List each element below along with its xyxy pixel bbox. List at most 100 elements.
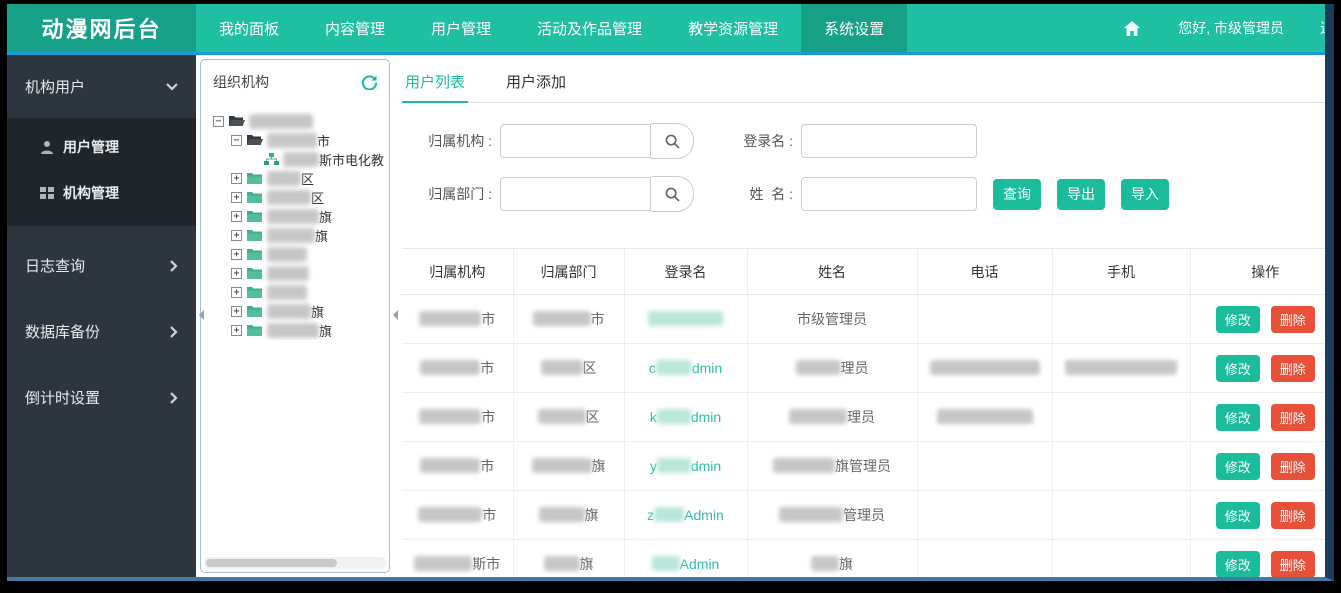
tree-node[interactable]: −市 bbox=[213, 131, 389, 150]
edit-button[interactable]: 修改 bbox=[1216, 551, 1260, 578]
sidebar-submenu: 用户管理 机构管理 bbox=[7, 118, 196, 226]
import-button[interactable]: 导入 bbox=[1121, 179, 1169, 210]
tree-node[interactable]: + bbox=[213, 283, 389, 302]
folder-icon bbox=[246, 229, 263, 242]
app-window: 动漫网后台 我的面板内容管理用户管理活动及作品管理教学资源管理系统设置 您好, … bbox=[7, 4, 1334, 581]
tree-node[interactable]: +区 bbox=[213, 188, 389, 207]
tree-expand-toggle[interactable]: + bbox=[231, 230, 242, 241]
logout-link[interactable]: 退 bbox=[1320, 18, 1334, 38]
tab-user-add[interactable]: 用户添加 bbox=[503, 62, 569, 102]
table-cell: 区 bbox=[513, 393, 624, 442]
login-filter-input[interactable] bbox=[801, 124, 977, 158]
panel-collapse-arrow-left[interactable] bbox=[194, 310, 204, 320]
redacted-text bbox=[937, 409, 1033, 424]
table-cell: zAdmin bbox=[624, 491, 747, 540]
table-cell: 旗 bbox=[513, 491, 624, 540]
edit-button[interactable]: 修改 bbox=[1216, 404, 1260, 431]
tree-expand-toggle[interactable]: + bbox=[231, 192, 242, 203]
org-filter-label: 归属机构 : bbox=[412, 131, 492, 151]
folder-icon bbox=[246, 267, 263, 280]
nav-item[interactable]: 我的面板 bbox=[196, 4, 302, 52]
nav-item[interactable]: 教学资源管理 bbox=[665, 4, 801, 52]
sidebar-item-user-management[interactable]: 用户管理 bbox=[7, 124, 196, 170]
table-cell bbox=[1052, 393, 1190, 442]
tree-expand-toggle[interactable]: + bbox=[231, 211, 242, 222]
delete-button[interactable]: 删除 bbox=[1271, 404, 1315, 431]
cell-text: 旗 bbox=[839, 556, 853, 572]
org-filter-input[interactable] bbox=[500, 124, 651, 158]
nav-item[interactable]: 系统设置 bbox=[801, 4, 907, 52]
table-row: 市市市级管理员修改删除 bbox=[402, 295, 1325, 344]
nav-item[interactable]: 内容管理 bbox=[302, 4, 408, 52]
sidebar-item[interactable]: 倒计时设置 bbox=[7, 371, 196, 424]
tree-expand-toggle[interactable]: + bbox=[231, 249, 242, 260]
tree-node[interactable]: +旗 bbox=[213, 207, 389, 226]
org-search-button[interactable] bbox=[651, 123, 694, 159]
dept-filter-label: 归属部门 : bbox=[412, 184, 492, 204]
nav-item[interactable]: 活动及作品管理 bbox=[514, 4, 665, 52]
tree-node[interactable]: − bbox=[213, 112, 389, 131]
delete-button[interactable]: 删除 bbox=[1271, 306, 1315, 333]
query-button[interactable]: 查询 bbox=[993, 179, 1041, 210]
tree-collapse-toggle[interactable]: − bbox=[213, 116, 224, 127]
folder-icon bbox=[246, 172, 263, 185]
redacted-text bbox=[267, 228, 315, 243]
cell-text: 市 bbox=[480, 360, 494, 376]
sidebar-item[interactable]: 日志查询 bbox=[7, 239, 196, 292]
delete-button[interactable]: 删除 bbox=[1271, 502, 1315, 529]
name-filter-input[interactable] bbox=[801, 177, 977, 211]
sidebar-item[interactable]: 数据库备份 bbox=[7, 305, 196, 358]
tree-collapse-toggle[interactable]: − bbox=[231, 135, 242, 146]
edit-button[interactable]: 修改 bbox=[1216, 502, 1260, 529]
dept-search-button[interactable] bbox=[651, 176, 694, 212]
nav-item[interactable]: 用户管理 bbox=[408, 4, 514, 52]
table-cell bbox=[917, 393, 1052, 442]
sidebar-group-org-users[interactable]: 机构用户 bbox=[7, 55, 196, 118]
tree-expand-toggle[interactable]: + bbox=[231, 268, 242, 279]
tree-expand-toggle[interactable]: + bbox=[231, 173, 242, 184]
edit-button[interactable]: 修改 bbox=[1216, 453, 1260, 480]
tree-node[interactable]: +旗 bbox=[213, 321, 389, 340]
redacted-text bbox=[420, 458, 480, 473]
redacted-text bbox=[796, 360, 841, 375]
table-cell: Admin bbox=[624, 540, 747, 578]
org-tree-panel-wrap: 组织机构 −−市斯市电化教+区+区+旗+旗++++旗+旗 bbox=[196, 55, 394, 577]
delete-button[interactable]: 删除 bbox=[1271, 355, 1315, 382]
tree-hscrollbar[interactable] bbox=[204, 557, 386, 569]
tree-expand-toggle[interactable]: + bbox=[231, 325, 242, 336]
tab-user-list[interactable]: 用户列表 bbox=[402, 62, 468, 103]
tree-hscrollbar-thumb[interactable] bbox=[206, 559, 337, 567]
redacted-text bbox=[1065, 360, 1177, 375]
column-header: 归属部门 bbox=[513, 249, 624, 295]
grid-icon bbox=[40, 186, 54, 200]
delete-button[interactable]: 删除 bbox=[1271, 453, 1315, 480]
tree-expand-toggle[interactable]: + bbox=[231, 306, 242, 317]
tree-node[interactable]: 斯市电化教 bbox=[213, 150, 389, 169]
cell-text: 区 bbox=[583, 360, 597, 376]
export-button[interactable]: 导出 bbox=[1057, 179, 1105, 210]
tree-node[interactable]: +旗 bbox=[213, 226, 389, 245]
refresh-icon[interactable] bbox=[362, 75, 377, 90]
redacted-text bbox=[414, 556, 472, 571]
folder-open-icon bbox=[228, 115, 245, 128]
column-header: 手机 bbox=[1052, 249, 1190, 295]
delete-button[interactable]: 删除 bbox=[1271, 551, 1315, 578]
tree-node[interactable]: +区 bbox=[213, 169, 389, 188]
sidebar-item-org-management[interactable]: 机构管理 bbox=[7, 170, 196, 216]
table-cell: 区 bbox=[513, 344, 624, 393]
tree-expand-toggle[interactable]: + bbox=[231, 287, 242, 298]
tree-node[interactable]: + bbox=[213, 264, 389, 283]
edit-button[interactable]: 修改 bbox=[1216, 306, 1260, 333]
tree-node[interactable]: + bbox=[213, 245, 389, 264]
table-row: 斯市旗Admin旗修改删除 bbox=[402, 540, 1325, 578]
cell-text: c bbox=[649, 360, 656, 376]
login-filter-label: 登录名 : bbox=[731, 131, 793, 151]
cell-text: dmin bbox=[691, 458, 721, 474]
dept-filter-input[interactable] bbox=[500, 177, 651, 211]
table-cell: 旗管理员 bbox=[747, 442, 917, 491]
tree-node[interactable]: +旗 bbox=[213, 302, 389, 321]
edit-button[interactable]: 修改 bbox=[1216, 355, 1260, 382]
redacted-text bbox=[779, 507, 843, 522]
home-icon[interactable] bbox=[1124, 21, 1140, 36]
table-row: 市旗ydmin旗管理员修改删除 bbox=[402, 442, 1325, 491]
